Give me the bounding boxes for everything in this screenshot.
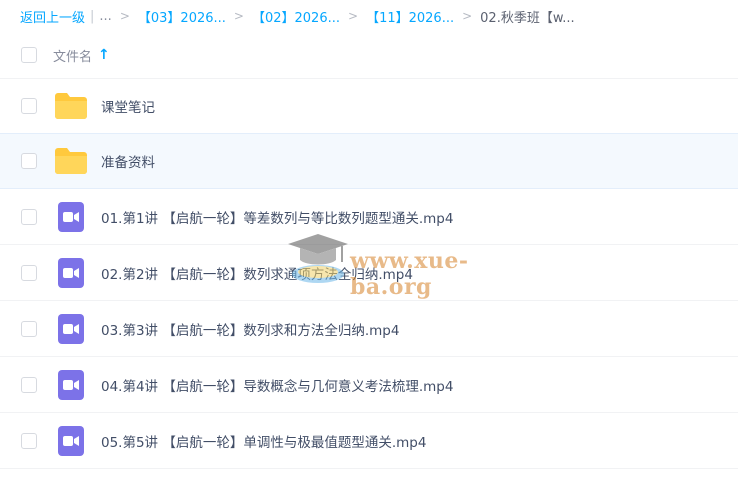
file-row[interactable]: 04.第4讲 【启航一轮】导数概念与几何意义考法梳理.mp4 <box>0 357 738 413</box>
folder-icon <box>54 89 88 123</box>
back-link[interactable]: 返回上一级 <box>20 7 85 26</box>
breadcrumb-item-1[interactable]: 【03】2026... <box>138 7 226 26</box>
file-name[interactable]: 01.第1讲 【启航一轮】等差数列与等比数列题型通关.mp4 <box>101 207 453 227</box>
breadcrumb-pipe: | <box>90 8 95 24</box>
file-name[interactable]: 02.第2讲 【启航一轮】数列求通项方法全归纳.mp4 <box>101 263 413 283</box>
breadcrumb-separator: > <box>462 9 473 23</box>
row-checkbox[interactable] <box>21 320 37 337</box>
breadcrumb-separator: > <box>348 9 359 23</box>
file-row[interactable]: 准备资料 <box>0 133 738 189</box>
file-name[interactable]: 05.第5讲 【启航一轮】单调性与极最值题型通关.mp4 <box>101 431 426 451</box>
file-row[interactable]: 03.第3讲 【启航一轮】数列求和方法全归纳.mp4 <box>0 301 738 357</box>
file-row[interactable]: 02.第2讲 【启航一轮】数列求通项方法全归纳.mp4 <box>0 245 738 301</box>
video-file-icon <box>54 424 88 458</box>
sort-ascending-icon[interactable]: ↑ <box>98 47 110 63</box>
video-file-icon <box>54 200 88 234</box>
video-file-icon <box>54 368 88 402</box>
row-checkbox[interactable] <box>21 153 37 169</box>
video-file-icon <box>54 312 88 346</box>
file-row[interactable]: 01.第1讲 【启航一轮】等差数列与等比数列题型通关.mp4 <box>0 189 738 245</box>
breadcrumb-item-3[interactable]: 【11】2026... <box>366 7 454 26</box>
row-checkbox[interactable] <box>21 264 37 281</box>
file-name[interactable]: 04.第4讲 【启航一轮】导数概念与几何意义考法梳理.mp4 <box>101 375 453 395</box>
file-name[interactable]: 准备资料 <box>101 151 155 171</box>
file-list-header: 文件名 ↑ <box>0 32 738 79</box>
folder-icon <box>54 144 88 178</box>
breadcrumb-current: 02.秋季班【w... <box>480 10 575 26</box>
file-row[interactable]: 课堂笔记 <box>0 78 738 134</box>
row-checkbox[interactable] <box>21 376 37 393</box>
row-checkbox[interactable] <box>21 432 37 449</box>
row-checkbox[interactable] <box>21 208 37 225</box>
row-checkbox[interactable] <box>21 97 37 114</box>
breadcrumb: 返回上一级 | ... > 【03】2026... > 【02】2026... … <box>0 0 738 32</box>
filename-column-header[interactable]: 文件名 <box>53 46 92 65</box>
breadcrumb-item-2[interactable]: 【02】2026... <box>252 7 340 26</box>
breadcrumb-separator: > <box>233 9 244 23</box>
breadcrumb-ellipsis[interactable]: ... <box>99 9 111 24</box>
file-row[interactable]: 05.第5讲 【启航一轮】单调性与极最值题型通关.mp4 <box>0 413 738 469</box>
file-name[interactable]: 课堂笔记 <box>101 96 155 116</box>
video-file-icon <box>54 256 88 290</box>
file-name[interactable]: 03.第3讲 【启航一轮】数列求和方法全归纳.mp4 <box>101 319 399 339</box>
breadcrumb-separator: > <box>119 9 130 23</box>
select-all-checkbox[interactable] <box>21 47 37 63</box>
